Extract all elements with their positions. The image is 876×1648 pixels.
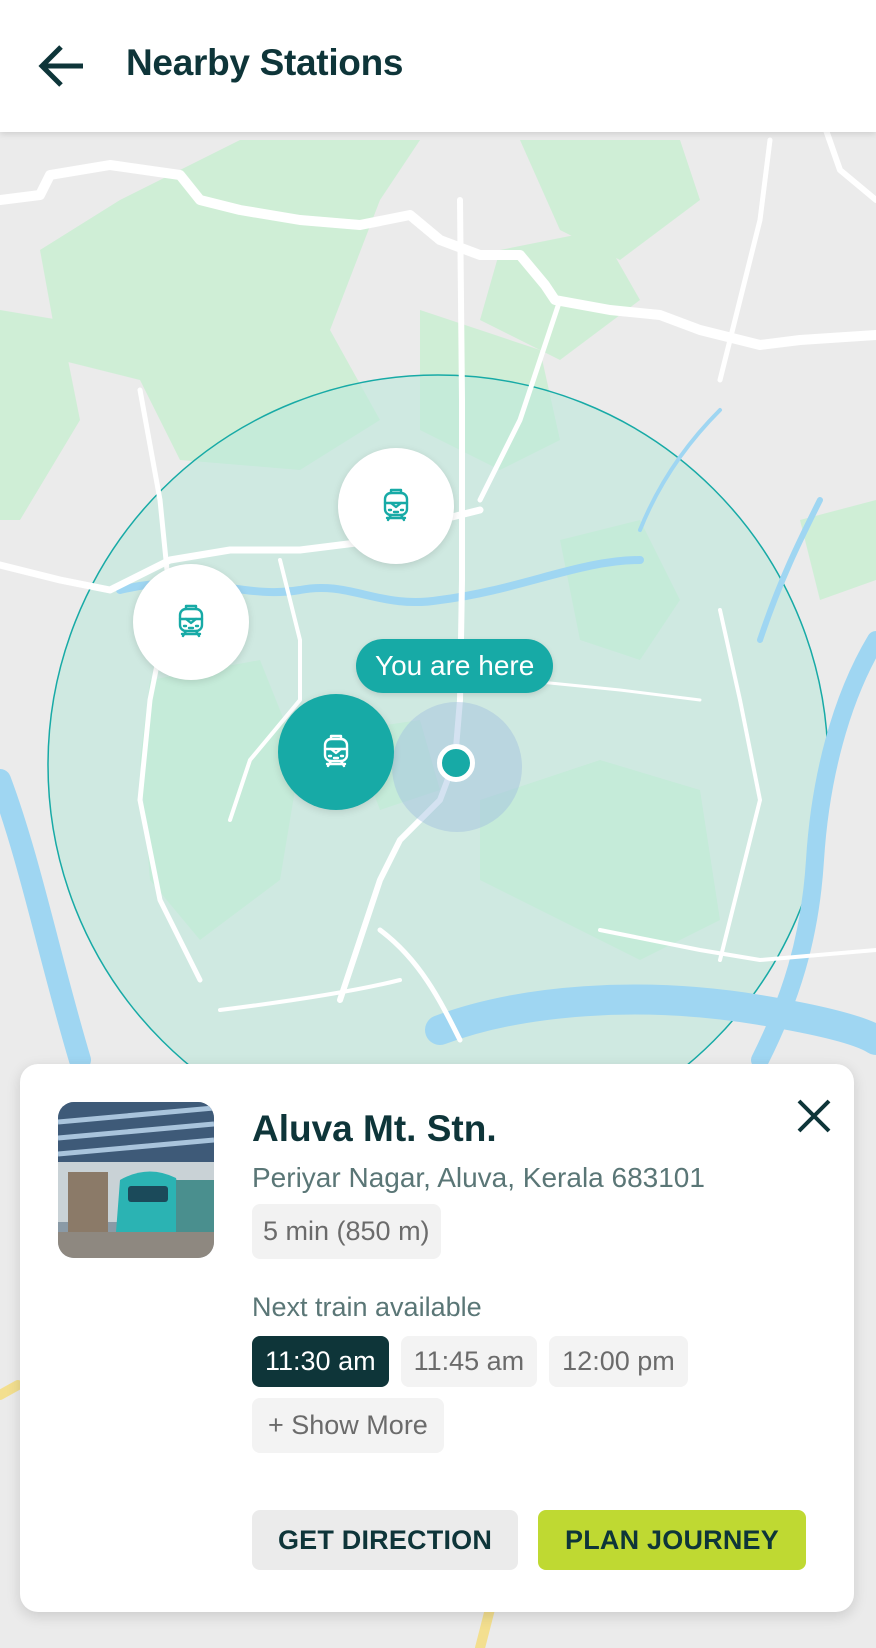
station-name: Aluva Mt. Stn. [252, 1108, 497, 1149]
distance-badge: 5 min (850 m) [252, 1204, 441, 1259]
station-marker[interactable] [338, 448, 454, 564]
station-address: Periyar Nagar, Aluva, Kerala 683101 [252, 1162, 705, 1193]
station-marker[interactable] [133, 564, 249, 680]
arrow-left-icon [38, 45, 83, 87]
train-icon [383, 488, 409, 522]
page-title: Nearby Stations [126, 42, 404, 83]
next-train-label: Next train available [252, 1292, 482, 1322]
train-time-list: 11:30 am 11:45 am 12:00 pm [252, 1336, 688, 1387]
train-icon [323, 734, 349, 768]
plan-journey-button[interactable]: PLAN JOURNEY [538, 1510, 806, 1570]
app-header: Nearby Stations [0, 0, 876, 132]
nearby-stations-screen: Nearby Stations You are here Aluva Mt. S… [0, 0, 876, 1648]
show-more-button[interactable]: + Show More [252, 1398, 444, 1453]
station-detail-card: Aluva Mt. Stn. Periyar Nagar, Aluva, Ker… [20, 1064, 854, 1612]
close-button[interactable] [790, 1092, 838, 1140]
current-location-dot [437, 744, 475, 782]
back-button[interactable] [34, 40, 90, 92]
train-time-chip[interactable]: 12:00 pm [549, 1336, 688, 1387]
train-time-chip[interactable]: 11:45 am [400, 1336, 538, 1387]
close-icon [797, 1099, 831, 1133]
station-photo [58, 1102, 214, 1258]
you-are-here-label: You are here [356, 639, 554, 693]
train-icon [178, 604, 204, 638]
get-direction-button[interactable]: GET DIRECTION [252, 1510, 518, 1570]
train-time-chip-selected[interactable]: 11:30 am [252, 1336, 389, 1387]
station-marker-selected[interactable] [278, 694, 394, 810]
